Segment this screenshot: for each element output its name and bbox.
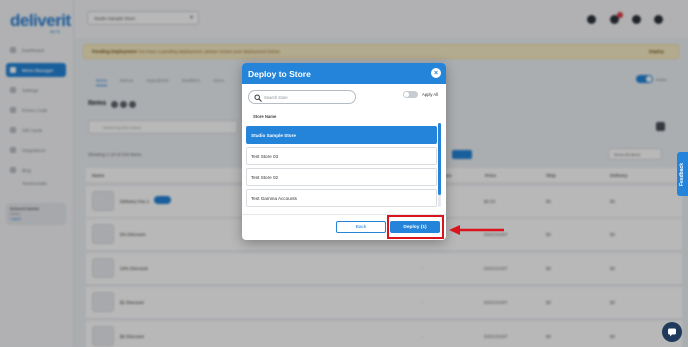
store-name-column-label: Store Name <box>253 114 277 119</box>
close-icon: × <box>433 69 439 77</box>
store-row-selected[interactable]: Studio Sample Store <box>246 126 437 144</box>
store-row[interactable]: Test Gamma Accounts <box>246 189 437 207</box>
arrow-left-icon <box>449 225 504 235</box>
feedback-label: Feedback <box>679 162 685 186</box>
store-search-input[interactable] <box>264 93 352 102</box>
chat-button[interactable] <box>662 322 682 342</box>
deploy-to-store-modal: Deploy to Store × Apply All Store Name S… <box>242 63 446 240</box>
store-search-field[interactable] <box>248 90 356 104</box>
store-row[interactable]: Test Store 02 <box>246 168 437 186</box>
modal-title: Deploy to Store <box>248 69 311 79</box>
feedback-tab[interactable]: Feedback <box>677 152 688 196</box>
chat-icon <box>668 328 676 337</box>
store-row[interactable]: Test Store 03 <box>246 147 437 165</box>
modal-header: Deploy to Store × <box>242 63 446 84</box>
deploy-button-highlight <box>387 215 444 239</box>
store-list: Studio Sample Store Test Store 03 Test S… <box>246 124 440 208</box>
apply-all-label: Apply All <box>422 92 439 97</box>
apply-all-toggle[interactable] <box>403 91 418 98</box>
store-list-scrollbar-thumb[interactable] <box>438 123 441 195</box>
search-icon <box>254 94 262 102</box>
back-button[interactable]: Back <box>336 221 386 233</box>
close-button[interactable]: × <box>431 68 441 78</box>
